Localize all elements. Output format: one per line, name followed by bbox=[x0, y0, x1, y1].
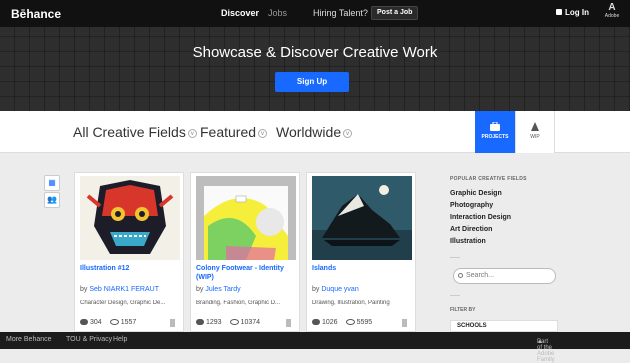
owner-link[interactable]: Duque yvan bbox=[321, 286, 358, 293]
chevron-down-icon: v bbox=[187, 129, 197, 138]
appreciation-count: 304 bbox=[90, 319, 102, 326]
bookmark-icon[interactable] bbox=[402, 319, 407, 327]
project-title[interactable]: Colony Footwear - Identity (WIP) bbox=[196, 264, 296, 282]
project-stats: 1026 5595 bbox=[312, 319, 380, 326]
location-label: Worldwide bbox=[276, 124, 342, 140]
bookmark-icon[interactable] bbox=[286, 319, 291, 327]
project-thumbnail[interactable] bbox=[80, 176, 180, 260]
owner-link[interactable]: Seb NIARK1 FERAUT bbox=[89, 286, 159, 293]
tou-privacy-link[interactable]: TOU & Privacy bbox=[66, 336, 112, 343]
project-fields: Character Design, Graphic De... bbox=[80, 300, 166, 306]
by-label: by bbox=[312, 286, 320, 293]
tab-projects[interactable]: PROJECTS bbox=[475, 111, 515, 153]
project-thumbnail[interactable] bbox=[196, 176, 296, 260]
eye-icon bbox=[345, 319, 355, 326]
briefcase-icon bbox=[490, 122, 500, 131]
view-count: 5595 bbox=[356, 319, 373, 326]
chevron-down-icon: v bbox=[343, 129, 353, 138]
view-count: 10374 bbox=[240, 319, 261, 326]
project-title[interactable]: Illustration #12 bbox=[80, 264, 180, 273]
post-job-button[interactable]: Post a Job bbox=[371, 6, 419, 20]
project-fields: Drawing, Illustration, Painting bbox=[312, 300, 390, 306]
sidebar-item-photography[interactable]: Photography bbox=[450, 202, 493, 209]
login-link[interactable]: Log In bbox=[556, 8, 589, 17]
chevron-down-icon: v bbox=[258, 129, 268, 138]
wip-cone-icon bbox=[531, 122, 539, 131]
location-dropdown[interactable]: Worldwide v bbox=[276, 124, 353, 140]
adobe-mark: A bbox=[608, 2, 616, 13]
popular-fields-heading: POPULAR CREATIVE FIELDS bbox=[450, 176, 527, 182]
appreciation-count: 1026 bbox=[322, 319, 338, 326]
project-thumbnail[interactable] bbox=[312, 176, 412, 260]
search-icon bbox=[458, 273, 463, 278]
schools-filter[interactable]: SCHOOLS bbox=[450, 320, 558, 332]
behance-logo[interactable]: Bēhance bbox=[11, 7, 61, 21]
project-stats: 1293 10374 bbox=[196, 319, 268, 326]
tab-wip[interactable]: WIP bbox=[515, 111, 555, 153]
project-owner: by Duque yvan bbox=[312, 286, 359, 293]
thumbs-up-icon bbox=[312, 319, 320, 326]
hero-banner: Showcase & Discover Creative Work Sign U… bbox=[0, 27, 630, 111]
adobe-logo[interactable]: A Adobe bbox=[600, 2, 624, 20]
view-count: 1557 bbox=[120, 319, 137, 326]
nav-jobs-link[interactable]: Jobs bbox=[268, 8, 287, 18]
search-field[interactable]: Search... bbox=[453, 268, 556, 284]
project-card[interactable]: Islands by Duque yvan Drawing, Illustrat… bbox=[306, 172, 416, 332]
filter-by-heading: FILTER BY bbox=[450, 307, 476, 313]
hero-title: Showcase & Discover Creative Work bbox=[192, 44, 438, 61]
signup-button[interactable]: Sign Up bbox=[275, 72, 349, 92]
by-label: by bbox=[80, 286, 88, 293]
sidebar-item-graphic-design[interactable]: Graphic Design bbox=[450, 190, 502, 197]
project-fields: Branding, Fashion, Graphic D... bbox=[196, 300, 281, 306]
tab-wip-label: WIP bbox=[530, 134, 540, 140]
project-stats: 304 1557 bbox=[80, 319, 144, 326]
people-view-button[interactable]: 👥 bbox=[44, 192, 60, 208]
creative-fields-label: All Creative Fields bbox=[73, 124, 186, 140]
login-label: Log In bbox=[565, 8, 589, 17]
eye-icon bbox=[109, 319, 119, 326]
footer-bar: More Behance TOU & Privacy Help ▲ Part o… bbox=[0, 332, 630, 363]
adobe-family-label: Part of the Adobe Family bbox=[537, 339, 555, 363]
nav-discover-link[interactable]: Discover bbox=[221, 8, 259, 18]
project-title[interactable]: Islands bbox=[312, 264, 412, 273]
search-placeholder: Search... bbox=[466, 272, 495, 279]
project-card[interactable]: Illustration #12 by Seb NIARK1 FERAUT Ch… bbox=[74, 172, 184, 332]
divider bbox=[450, 295, 460, 296]
appreciation-count: 1293 bbox=[206, 319, 222, 326]
tab-projects-label: PROJECTS bbox=[481, 134, 509, 140]
top-nav-bar: Bēhance Discover Jobs Hiring Talent? Pos… bbox=[0, 0, 630, 27]
hiring-talent-link[interactable]: Hiring Talent? bbox=[313, 8, 368, 18]
project-owner: by Jules Tardy bbox=[196, 286, 241, 293]
help-link[interactable]: Help bbox=[113, 336, 127, 343]
grid-view-button[interactable]: ▦ bbox=[44, 175, 60, 191]
hero-background-mosaic bbox=[0, 27, 630, 111]
sidebar-item-illustration[interactable]: Illustration bbox=[450, 238, 486, 245]
sidebar-item-interaction-design[interactable]: Interaction Design bbox=[450, 214, 511, 221]
thumbs-up-icon bbox=[196, 319, 204, 326]
divider bbox=[450, 257, 460, 258]
sort-label: Featured bbox=[200, 124, 257, 140]
owner-link[interactable]: Jules Tardy bbox=[205, 286, 240, 293]
eye-icon bbox=[229, 319, 239, 326]
grid-icon: ▦ bbox=[48, 178, 56, 187]
project-owner: by Seb NIARK1 FERAUT bbox=[80, 286, 159, 293]
project-card[interactable]: Colony Footwear - Identity (WIP) by Jule… bbox=[190, 172, 300, 332]
thumbs-up-icon bbox=[80, 319, 88, 326]
bookmark-icon[interactable] bbox=[170, 319, 175, 327]
creative-fields-dropdown[interactable]: All Creative Fields v bbox=[73, 124, 197, 140]
adobe-label: Adobe bbox=[604, 13, 620, 19]
sort-dropdown[interactable]: Featured v bbox=[200, 124, 268, 140]
by-label: by bbox=[196, 286, 204, 293]
more-behance-link[interactable]: More Behance bbox=[6, 336, 52, 343]
sidebar-item-art-direction[interactable]: Art Direction bbox=[450, 226, 492, 233]
lock-icon bbox=[556, 9, 562, 15]
users-icon: 👥 bbox=[47, 195, 57, 204]
